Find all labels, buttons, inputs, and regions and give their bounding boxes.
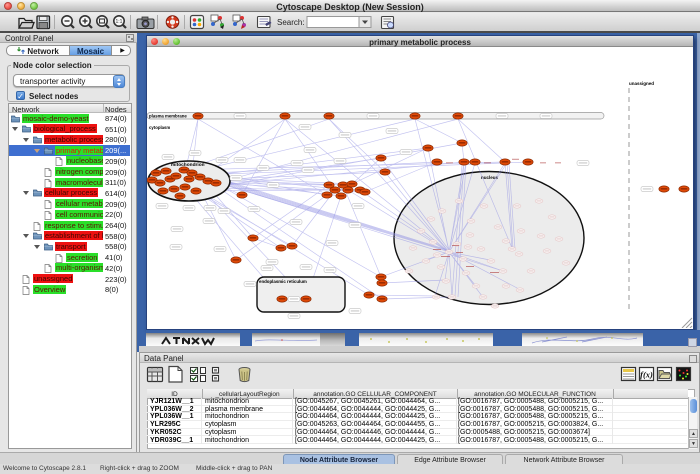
svg-text:Search:: Search: [277,18,305,27]
svg-text:f(x): f(x) [640,370,653,380]
svg-text:plasma membrane: plasma membrane [149,114,187,119]
svg-text:endoplasmic reticulum: endoplasmic reticulum [259,279,307,284]
svg-text:cytoplasm: cytoplasm [149,125,170,130]
svg-text:unassigned: unassigned [629,81,654,86]
svg-text:mitochondrion: mitochondrion [171,162,205,168]
